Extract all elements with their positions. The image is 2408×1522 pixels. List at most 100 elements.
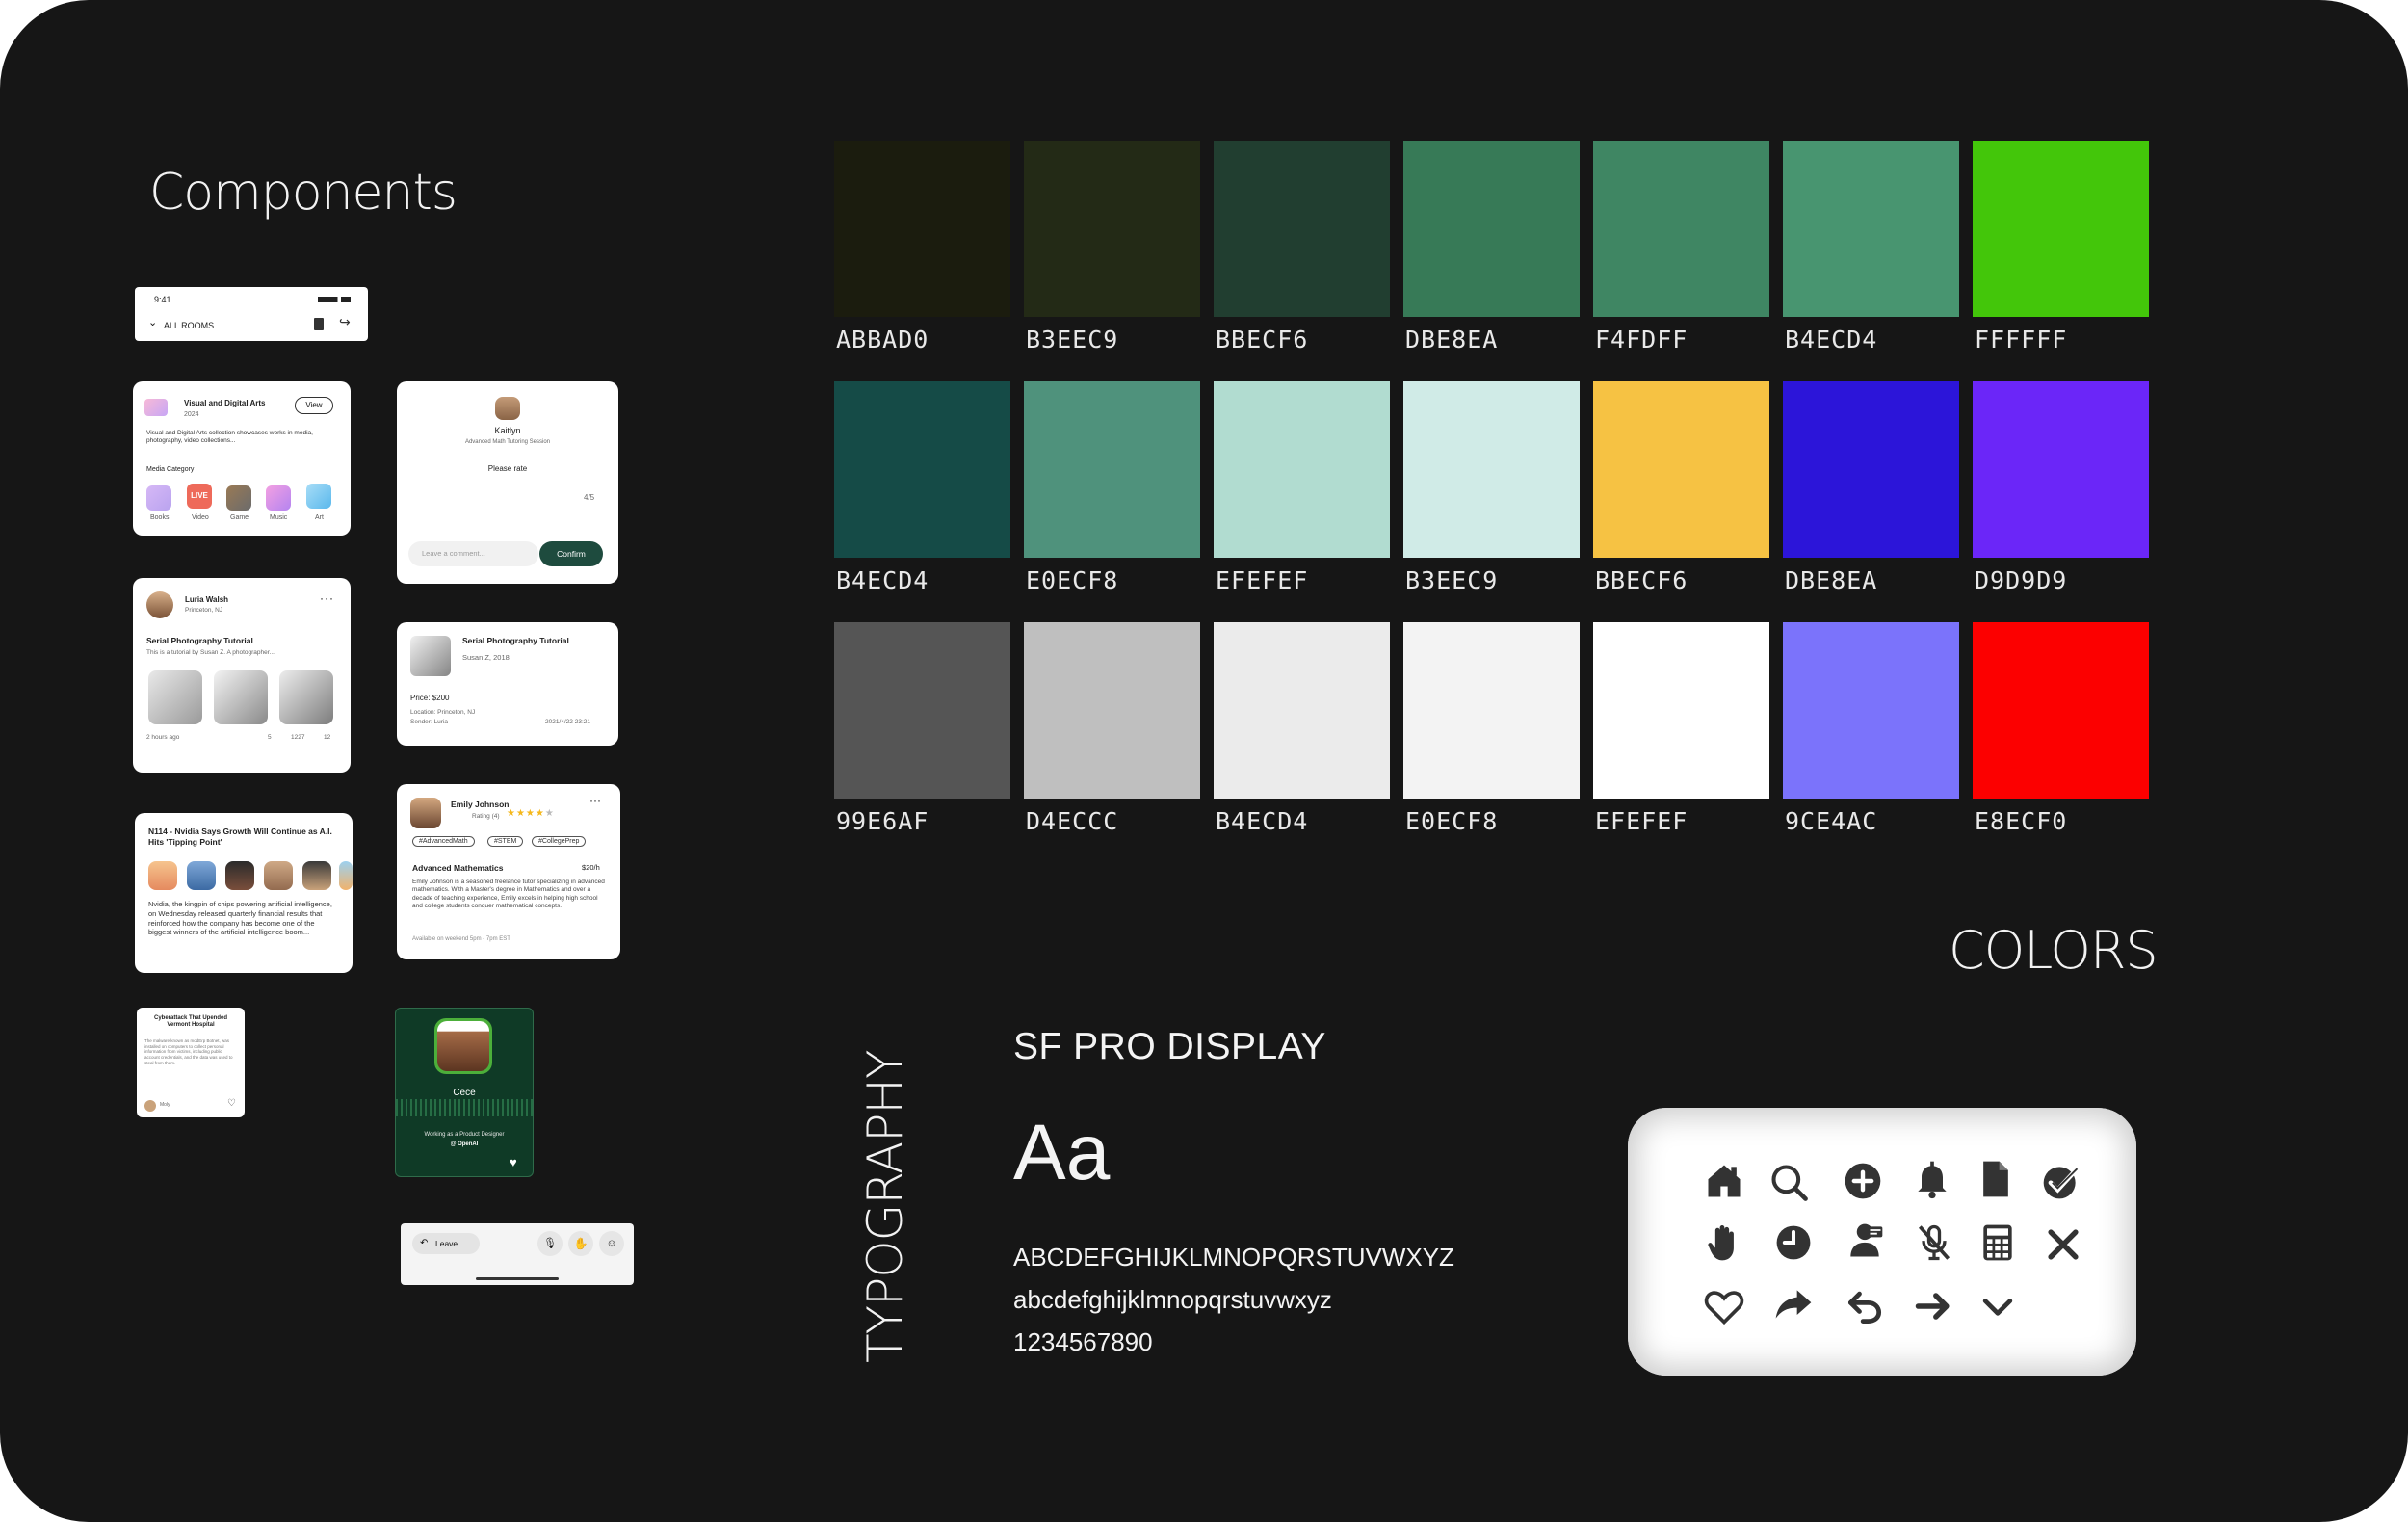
listing-author: Susan Z, 2018 <box>462 653 510 662</box>
category-label-video: Video <box>192 514 209 521</box>
color-swatch <box>1593 622 1769 799</box>
mic-off-icon[interactable] <box>1913 1221 1955 1264</box>
color-swatch <box>1973 381 2149 558</box>
heart-icon[interactable]: ♡ <box>227 1098 236 1109</box>
bell-icon[interactable] <box>1911 1158 1953 1200</box>
chevron-down-icon[interactable]: ⌄ <box>148 316 157 328</box>
news-avatar-5 <box>302 861 331 890</box>
books-icon[interactable] <box>146 485 171 511</box>
post-photo-2[interactable] <box>214 670 268 724</box>
home-icon[interactable] <box>1703 1160 1745 1202</box>
game-icon[interactable] <box>226 485 251 511</box>
chevron-down-icon[interactable] <box>1976 1285 2019 1327</box>
color-swatch <box>1024 141 1200 317</box>
post-comments-count: 12 <box>324 734 331 741</box>
news-body: Nvidia, the kingpin of chips powering ar… <box>148 900 332 937</box>
tutor-rating-label: Rating (4) <box>472 813 500 820</box>
speaker-icon[interactable] <box>1844 1220 1886 1262</box>
color-swatch-label: BBECF6 <box>1595 566 1688 594</box>
rating-name: Kaitlyn <box>494 426 521 435</box>
tutor-name: Emily Johnson <box>451 800 510 809</box>
listing-location: Location: Princeton, NJ <box>410 709 476 716</box>
leave-button[interactable]: ↶ Leave <box>412 1233 480 1254</box>
speaker-icon[interactable]: ☺ <box>599 1231 624 1256</box>
tag-college-prep[interactable]: #CollegePrep <box>532 836 587 847</box>
view-button[interactable]: View <box>295 397 333 414</box>
color-swatch-label: B3EEC9 <box>1026 326 1119 354</box>
more-icon[interactable]: ··· <box>320 591 334 605</box>
share-icon[interactable]: ↪ <box>339 314 351 330</box>
color-swatch-label: DBE8EA <box>1405 326 1499 354</box>
mini-news-card: Cyberattack That Upended Vermont Hospita… <box>137 1008 245 1117</box>
clock-icon[interactable] <box>1772 1221 1815 1264</box>
news-avatar-2 <box>187 861 216 890</box>
typography-heading: TYPOGRAPHY <box>857 1050 913 1363</box>
font-digits: 1234567890 <box>1013 1327 1153 1356</box>
mic-off-icon[interactable]: 🎙 <box>537 1231 563 1256</box>
document-icon[interactable] <box>1975 1158 2017 1200</box>
listing-price: Price: $200 <box>410 694 450 702</box>
undo-icon: ↶ <box>420 1238 429 1248</box>
design-board: Components COLORS TYPOGRAPHY 9:41 ⌄ ALL … <box>0 0 2408 1522</box>
font-name: SF PRO DISPLAY <box>1013 1026 1326 1067</box>
listing-date: 2021/4/22 23:21 <box>545 719 590 725</box>
news-avatar-6 <box>339 861 353 890</box>
rating-score: 4/5 <box>584 493 595 502</box>
post-likes-count: 5 <box>268 734 272 741</box>
post-photo-1[interactable] <box>148 670 202 724</box>
components-heading: Components <box>149 164 458 222</box>
kaitlyn-avatar <box>495 397 520 420</box>
profile-heart-icon[interactable]: ♥ <box>510 1155 517 1169</box>
video-icon[interactable]: LIVE <box>187 484 212 509</box>
search-icon[interactable] <box>1768 1162 1811 1204</box>
music-icon[interactable] <box>266 485 291 511</box>
tutor-body: Emily Johnson is a seasoned freelance tu… <box>412 879 605 910</box>
category-label-game: Game <box>230 514 249 521</box>
close-icon[interactable] <box>2042 1223 2084 1266</box>
arts-year: 2024 <box>184 411 199 418</box>
raise-hand-icon[interactable] <box>1703 1221 1745 1264</box>
check-circle-icon[interactable] <box>2040 1160 2082 1202</box>
post-photo-3[interactable] <box>279 670 333 724</box>
tag-advanced-math[interactable]: #AdvancedMath <box>412 836 475 847</box>
arrow-right-icon[interactable] <box>1913 1285 1955 1327</box>
tutor-rating-stars: ★★★★★ <box>507 808 555 819</box>
document-icon[interactable] <box>314 318 324 330</box>
post-time: 2 hours ago <box>146 734 180 741</box>
color-swatch-label: F4FDFF <box>1595 326 1688 354</box>
color-swatch <box>1593 381 1769 558</box>
color-swatch <box>1973 141 2149 317</box>
icon-set-panel <box>1628 1108 2136 1376</box>
undo-icon[interactable] <box>1844 1285 1886 1327</box>
tag-stem[interactable]: #STEM <box>487 836 524 847</box>
color-swatch <box>1403 381 1580 558</box>
colors-heading: COLORS <box>1949 920 2159 981</box>
tutor-rate: $20/h <box>582 863 600 872</box>
mini-news-author: Moly <box>160 1102 170 1108</box>
color-swatch-label: E0ECF8 <box>1405 807 1499 835</box>
arts-collection-card: Visual and Digital Arts 2024 View Visual… <box>133 381 351 536</box>
color-swatch <box>1783 141 1959 317</box>
tutor-more-icon[interactable]: ··· <box>589 794 601 807</box>
art-icon[interactable] <box>306 484 331 509</box>
comment-input[interactable]: Leave a comment... <box>408 541 538 566</box>
profile-waveform <box>396 1099 533 1116</box>
all-rooms-label[interactable]: ALL ROOMS <box>164 321 214 330</box>
color-swatch-label: B3EEC9 <box>1405 566 1499 594</box>
tutor-card: Emily Johnson Rating (4) ★★★★★ ··· #Adva… <box>397 784 620 959</box>
color-swatch-label: D4ECCC <box>1026 807 1119 835</box>
mini-news-body: The malware known as modErp Botnet, was … <box>144 1038 233 1065</box>
share-icon[interactable] <box>1772 1283 1815 1325</box>
listing-title: Serial Photography Tutorial <box>462 636 569 645</box>
media-category-label: Media Category <box>146 466 195 473</box>
profile-company: @ OpenAI <box>450 1142 479 1147</box>
add-circle-icon[interactable] <box>1842 1160 1884 1202</box>
post-title: Serial Photography Tutorial <box>146 636 253 645</box>
raise-hand-icon[interactable]: ✋ <box>568 1231 593 1256</box>
confirm-button[interactable]: Confirm <box>539 541 603 566</box>
heart-icon[interactable] <box>1703 1285 1745 1327</box>
signal-icon <box>318 297 351 302</box>
calculator-icon[interactable] <box>1976 1221 2019 1264</box>
color-swatch <box>1403 141 1580 317</box>
color-swatch <box>1024 381 1200 558</box>
